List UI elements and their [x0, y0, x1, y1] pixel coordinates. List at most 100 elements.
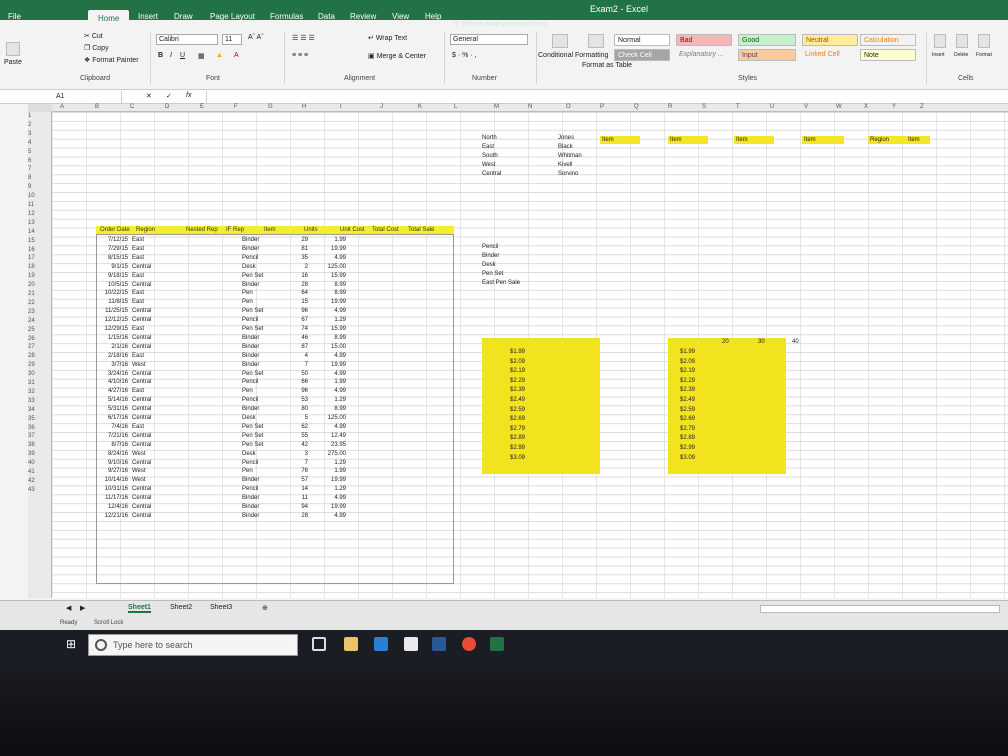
align-top-icon[interactable]: ☰ ☰ ☰ — [292, 34, 315, 42]
row-header: 15 — [28, 237, 35, 244]
bold-button[interactable]: B — [158, 52, 163, 59]
style-explanatory[interactable]: Explanatory ... — [676, 49, 732, 61]
wrap-text-button[interactable]: ↵ Wrap Text — [368, 34, 407, 42]
tab-help[interactable]: Help — [425, 12, 441, 21]
style-calculation[interactable]: Calculation — [860, 34, 916, 46]
column-header: A — [60, 104, 65, 110]
windows-start-icon[interactable]: ⊞ — [66, 637, 76, 651]
cell-order-date: 6/17/16 — [107, 415, 128, 421]
style-note[interactable]: Note — [860, 49, 916, 61]
style-linked-cell[interactable]: Linked Cell — [802, 49, 858, 61]
cancel-icon[interactable]: ✕ — [146, 92, 152, 100]
tab-review[interactable]: Review — [350, 12, 376, 21]
excel-icon[interactable] — [490, 637, 504, 651]
cell-order-date: 7/12/15 — [107, 237, 128, 243]
name-box[interactable]: A1 — [52, 91, 122, 103]
chrome-icon[interactable] — [462, 637, 476, 651]
cell-region: Central — [132, 343, 152, 350]
tab-home[interactable]: Home — [88, 10, 130, 27]
format-as-table-button[interactable]: Format as Table — [582, 62, 632, 69]
cell-unit-cost: 15.99 — [330, 272, 346, 279]
style-normal[interactable]: Normal — [614, 34, 670, 46]
borders-icon[interactable]: ▦ — [198, 52, 205, 60]
tab-view[interactable]: View — [392, 12, 409, 21]
store-icon[interactable] — [374, 637, 388, 651]
merge-center-button[interactable]: ▣ Merge & Center — [368, 52, 426, 60]
cell-order-date: 1/15/16 — [107, 334, 128, 341]
table-header-cell: Unit Cost — [340, 227, 365, 233]
tab-insert[interactable]: Insert — [138, 12, 158, 21]
tab-data[interactable]: Data — [318, 12, 335, 21]
word-icon[interactable] — [432, 637, 446, 651]
select-all-corner[interactable] — [28, 104, 52, 112]
font-color-icon[interactable]: A — [234, 52, 239, 59]
formula-input[interactable] — [206, 91, 996, 103]
scroll-right-icon[interactable]: ▶ — [80, 604, 85, 612]
add-sheet-icon[interactable]: ⊕ — [262, 604, 268, 612]
tell-me-box[interactable]: ⚲ Tell me what you want to do — [454, 20, 547, 28]
tab-file[interactable]: File — [8, 12, 21, 21]
cell-unit-cost: 125.00 — [327, 415, 346, 421]
number-format-select[interactable]: General — [450, 34, 528, 45]
confirm-icon[interactable]: ✓ — [166, 92, 172, 100]
insert-button[interactable]: Insert — [932, 52, 945, 58]
tab-page-layout[interactable]: Page Layout — [210, 12, 255, 21]
style-check-cell[interactable]: Check Cell — [614, 49, 670, 61]
column-header: G — [268, 104, 273, 110]
style-input[interactable]: Input — [738, 49, 796, 61]
paste-button[interactable]: Paste — [4, 59, 22, 66]
cell-region: Central — [132, 406, 152, 413]
function-icon[interactable]: fx — [186, 92, 191, 99]
font-name-select[interactable]: Calibri — [156, 34, 218, 45]
file-explorer-icon[interactable] — [344, 637, 358, 651]
horizontal-scrollbar[interactable] — [760, 605, 1000, 613]
column-header: Y — [892, 104, 897, 110]
font-size-select[interactable]: 11 — [222, 34, 242, 45]
taskbar-search-box[interactable]: Type here to search — [88, 634, 298, 656]
style-good[interactable]: Good — [738, 34, 796, 46]
cell-region: Central — [132, 459, 152, 466]
cell-units: 67 — [301, 317, 308, 324]
tell-me-text: Tell me what you want to do — [460, 21, 548, 28]
style-bad[interactable]: Bad — [676, 34, 732, 46]
sheet-tab-1[interactable]: Sheet1 — [128, 604, 151, 613]
mail-icon[interactable] — [404, 637, 418, 651]
cut-button[interactable]: ✂ Cut — [84, 32, 103, 40]
microphone-icon[interactable]: ♪ — [288, 639, 293, 649]
format-painter-button[interactable]: ❖ Format Painter — [84, 56, 139, 64]
tab-formulas[interactable]: Formulas — [270, 12, 303, 21]
format-button[interactable]: Format — [976, 52, 992, 58]
delete-button[interactable]: Delete — [954, 52, 968, 58]
align-left-icon[interactable]: ≡ ≡ ≡ — [292, 52, 308, 59]
tab-draw[interactable]: Draw — [174, 12, 193, 21]
font-grow-icon[interactable]: Aˆ Aˇ — [248, 34, 264, 41]
cell-order-date: 5/31/16 — [107, 406, 128, 413]
currency-icon[interactable]: $ · % · , — [452, 52, 477, 59]
worksheet-grid[interactable]: Order Date Region Nested Rep IF Rep Item Unit… — [52, 112, 1008, 598]
separator — [284, 32, 285, 84]
fill-color-icon[interactable]: ▲ — [216, 52, 223, 59]
sheet-tab-2[interactable]: Sheet2 — [170, 604, 192, 611]
italic-button[interactable]: I — [170, 52, 172, 59]
column-header: Q — [634, 104, 639, 110]
style-neutral[interactable]: Neutral — [802, 34, 858, 46]
sheet-tab-3[interactable]: Sheet3 — [210, 604, 232, 611]
underline-button[interactable]: U — [180, 52, 185, 59]
task-view-icon[interactable] — [312, 637, 326, 651]
status-scroll-lock: Scroll Lock — [94, 620, 124, 626]
cell-item: Pencil — [242, 459, 259, 466]
cell-region: East — [132, 272, 145, 279]
search-placeholder: Type here to search — [113, 640, 193, 650]
conditional-formatting-button[interactable]: Conditional Formatting — [538, 52, 608, 59]
cell-units: 5 — [304, 415, 308, 421]
font-group-label: Font — [206, 75, 221, 82]
cell-item: Pen — [242, 468, 253, 475]
number-header-cell: 40 — [792, 339, 799, 345]
price-cell-left: $2.39 — [510, 387, 526, 394]
scroll-left-icon[interactable]: ◀ — [66, 604, 71, 612]
cell-region: Central — [132, 397, 152, 404]
price-cell-right: $2.39 — [680, 387, 696, 394]
copy-button[interactable]: ❐ Copy — [84, 44, 109, 52]
sheet-tab-bar: ◀ ▶ Sheet1 Sheet2 Sheet3 ⊕ — [0, 600, 1008, 618]
row-header: 42 — [28, 477, 35, 484]
